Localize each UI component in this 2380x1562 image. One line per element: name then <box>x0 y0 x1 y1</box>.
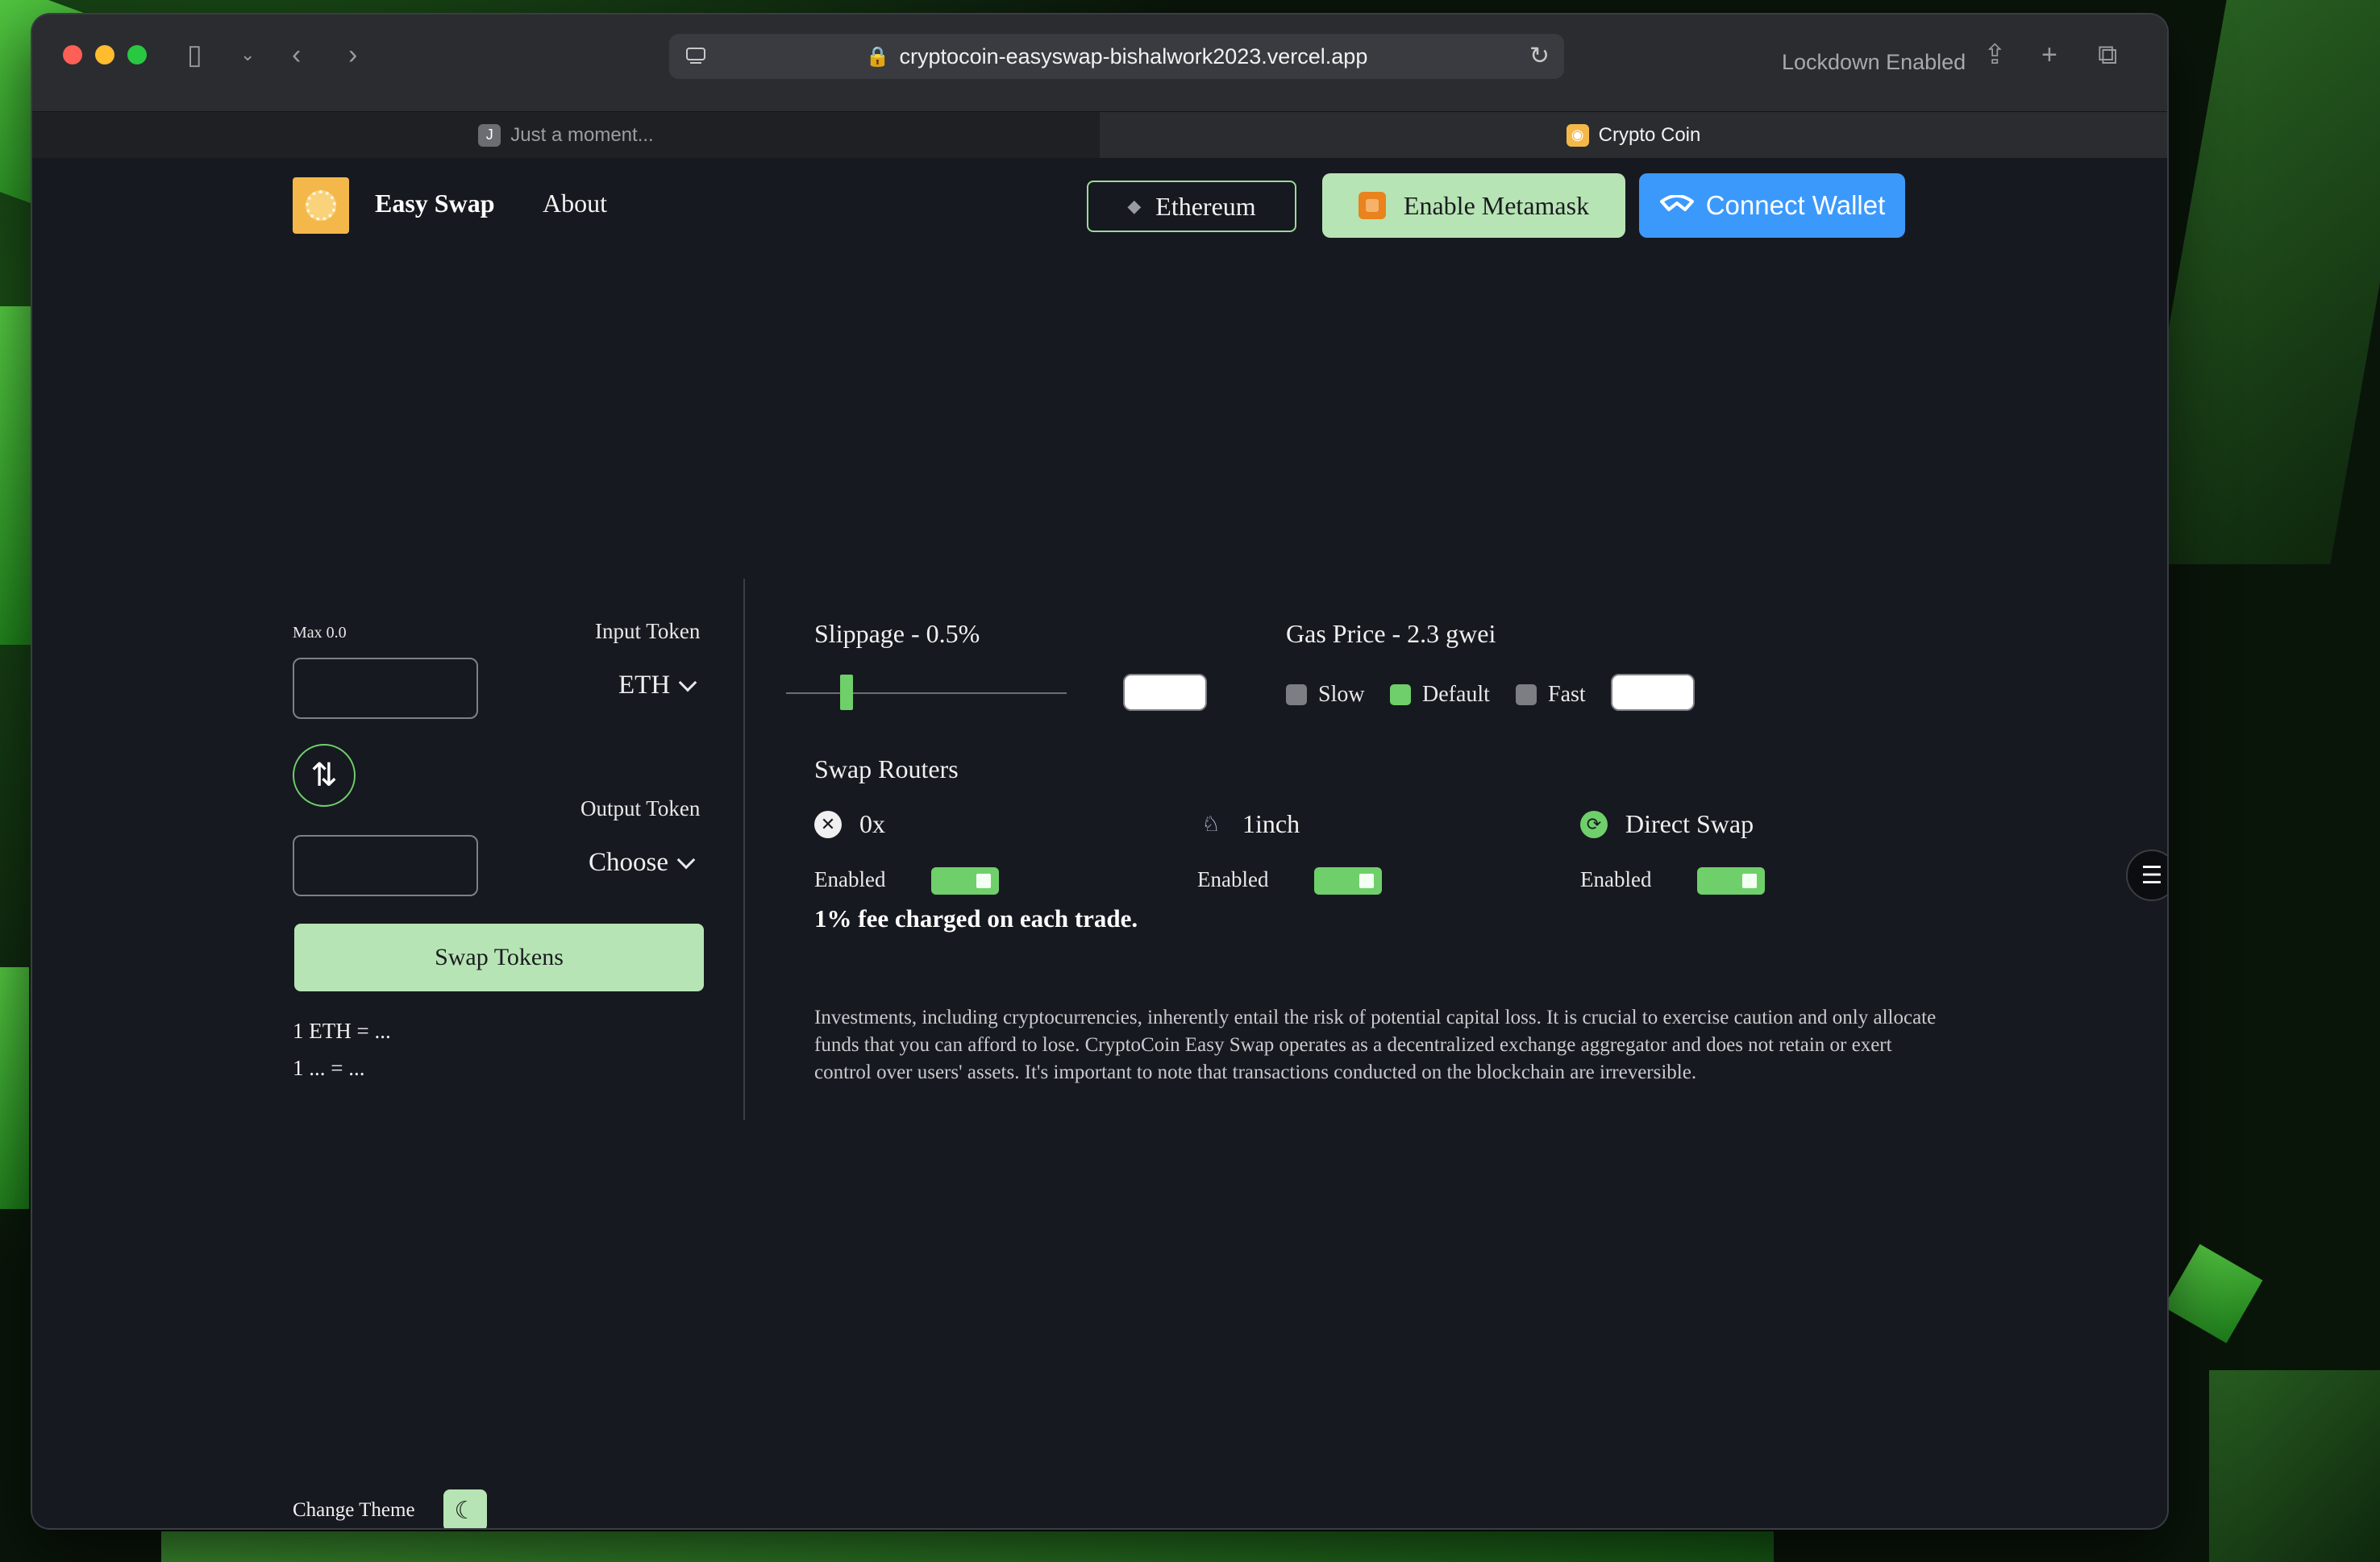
gas-option-label: Slow <box>1318 682 1365 707</box>
checkbox[interactable] <box>1286 684 1307 705</box>
router-name: 1inch <box>1242 809 1300 838</box>
sun-logo-icon <box>306 190 336 221</box>
swap-tokens-button[interactable]: Swap Tokens <box>294 924 704 991</box>
router-status: Enabled <box>1197 867 1269 891</box>
network-button[interactable]: ◆ Ethereum <box>1087 181 1296 232</box>
zoom-window-button[interactable] <box>127 45 147 64</box>
address-bar[interactable]: 🔒 cryptocoin-easyswap-bishalwork2023.ver… <box>669 34 1564 79</box>
input-token-label: Input Token <box>595 619 701 643</box>
router-0x-toggle[interactable] <box>931 867 999 895</box>
ethereum-icon: ◆ <box>1127 196 1142 217</box>
disclaimer-text: Investments, including cryptocurrencies,… <box>814 1007 1937 1083</box>
brand-name[interactable]: Easy Swap <box>375 189 495 218</box>
slippage-slider-track[interactable] <box>786 692 1067 694</box>
walletconnect-icon <box>1659 195 1694 211</box>
rate-line: 1 ... = ... <box>293 1056 365 1080</box>
gas-price-label: Gas Price - 2.3 gwei <box>1286 619 1496 648</box>
tab-favicon: J <box>478 123 501 147</box>
close-window-button[interactable] <box>63 45 82 64</box>
page-settings-icon[interactable] <box>684 44 708 68</box>
forward-arrow-icon[interactable]: › <box>348 39 357 71</box>
nav-link-about[interactable]: About <box>543 189 607 218</box>
share-icon[interactable]: ⇪ <box>1983 39 2007 71</box>
router-status: Enabled <box>814 867 886 891</box>
swap-arrows-icon: ⇅ <box>310 757 338 794</box>
swap-direction-button[interactable]: ⇅ <box>293 744 356 807</box>
checkbox[interactable] <box>1390 684 1411 705</box>
gas-custom-input[interactable] <box>1611 674 1695 711</box>
chevron-down-icon[interactable]: ⌄ <box>240 39 255 71</box>
fee-note: 1% fee charged on each trade. <box>814 904 1138 933</box>
output-amount-field[interactable] <box>293 835 478 896</box>
router-status: Enabled <box>1580 867 1652 891</box>
tab-crypto-coin[interactable]: ◉ Crypto Coin <box>1100 112 2167 158</box>
floating-menu-button[interactable]: ☰ <box>2126 850 2167 901</box>
gas-option-label: Default <box>1422 682 1490 707</box>
router-name: 0x <box>859 809 885 838</box>
browser-window: ▯ ⌄ ‹ › 🔒 cryptocoin-easyswap-bishalwork… <box>32 15 2167 1528</box>
logo[interactable] <box>293 177 349 234</box>
change-theme-label: Change Theme <box>293 1499 415 1521</box>
swap-routers-heading: Swap Routers <box>814 754 959 783</box>
input-amount-field[interactable] <box>293 658 478 719</box>
page-content: Easy Swap About ◆ Ethereum Enable Metama… <box>32 158 2167 1528</box>
sidebar-toggle-icon[interactable]: ▯ <box>187 39 202 71</box>
tab-just-a-moment[interactable]: J Just a moment... <box>32 112 1100 158</box>
gas-option-fast[interactable]: Fast <box>1516 682 1586 708</box>
1inch-unicorn-icon: ♘ <box>1201 812 1221 836</box>
list-settings-icon: ☰ <box>2141 862 2163 889</box>
reload-icon[interactable]: ↻ <box>1529 42 1550 70</box>
tab-label: Just a moment... <box>510 123 654 146</box>
router-1inch-toggle[interactable] <box>1314 867 1382 895</box>
router-direct-swap: ⟳ Direct Swap <box>1580 809 1754 839</box>
wallet-label: Connect Wallet <box>1705 190 1886 220</box>
connect-wallet-button[interactable]: Connect Wallet <box>1639 173 1905 238</box>
minimize-window-button[interactable] <box>95 45 114 64</box>
router-0x: ✕ 0x <box>814 809 885 839</box>
enable-metamask-button[interactable]: Enable Metamask <box>1322 173 1625 238</box>
slippage-label: Slippage - 0.5% <box>814 619 980 648</box>
output-token-select[interactable]: Choose <box>589 848 696 878</box>
slippage-slider-thumb[interactable] <box>839 675 853 710</box>
gas-option-default[interactable]: Default <box>1390 682 1490 708</box>
chevron-down-icon <box>676 850 696 869</box>
browser-titlebar: ▯ ⌄ ‹ › 🔒 cryptocoin-easyswap-bishalwork… <box>32 15 2167 111</box>
tab-bar: J Just a moment... ◉ Crypto Coin <box>32 111 2167 158</box>
checkbox[interactable] <box>1516 684 1537 705</box>
output-token-label: Output Token <box>580 796 701 820</box>
lock-icon: 🔒 <box>865 45 890 68</box>
router-direct-swap-toggle[interactable] <box>1697 867 1765 895</box>
new-tab-icon[interactable]: + <box>2041 39 2058 71</box>
lockdown-status: Lockdown Enabled <box>1782 50 1966 74</box>
moon-icon: ☾ <box>454 1497 476 1524</box>
theme-toggle-button[interactable]: ☾ <box>443 1489 487 1528</box>
back-arrow-icon[interactable]: ‹ <box>292 39 301 71</box>
slippage-custom-input[interactable] <box>1123 674 1207 711</box>
panel-divider <box>743 579 745 1120</box>
crypto-coin-favicon-icon: ◉ <box>1566 123 1589 147</box>
tab-overview-icon[interactable]: ⧉ <box>2098 39 2117 71</box>
metamask-fox-icon <box>1358 192 1386 219</box>
metamask-label: Enable Metamask <box>1403 190 1590 220</box>
input-token-value: ETH <box>618 671 671 700</box>
tab-label: Crypto Coin <box>1598 123 1701 146</box>
gas-option-label: Fast <box>1548 682 1586 707</box>
0x-logo-icon: ✕ <box>814 810 842 838</box>
input-token-select[interactable]: ETH <box>618 671 697 700</box>
cube-shape <box>2163 1244 2263 1344</box>
output-token-value: Choose <box>589 848 668 877</box>
rate-line: 1 ETH = ... <box>293 1019 391 1043</box>
router-1inch: ♘ 1inch <box>1197 809 1300 839</box>
max-balance-label: Max 0.0 <box>293 624 347 642</box>
url-text: cryptocoin-easyswap-bishalwork2023.verce… <box>899 44 1368 69</box>
gas-option-slow[interactable]: Slow <box>1286 682 1365 708</box>
chevron-down-icon <box>678 673 697 692</box>
router-name: Direct Swap <box>1625 809 1754 838</box>
window-controls <box>63 45 147 64</box>
direct-swap-icon: ⟳ <box>1580 810 1608 838</box>
network-label: Ethereum <box>1155 191 1256 221</box>
